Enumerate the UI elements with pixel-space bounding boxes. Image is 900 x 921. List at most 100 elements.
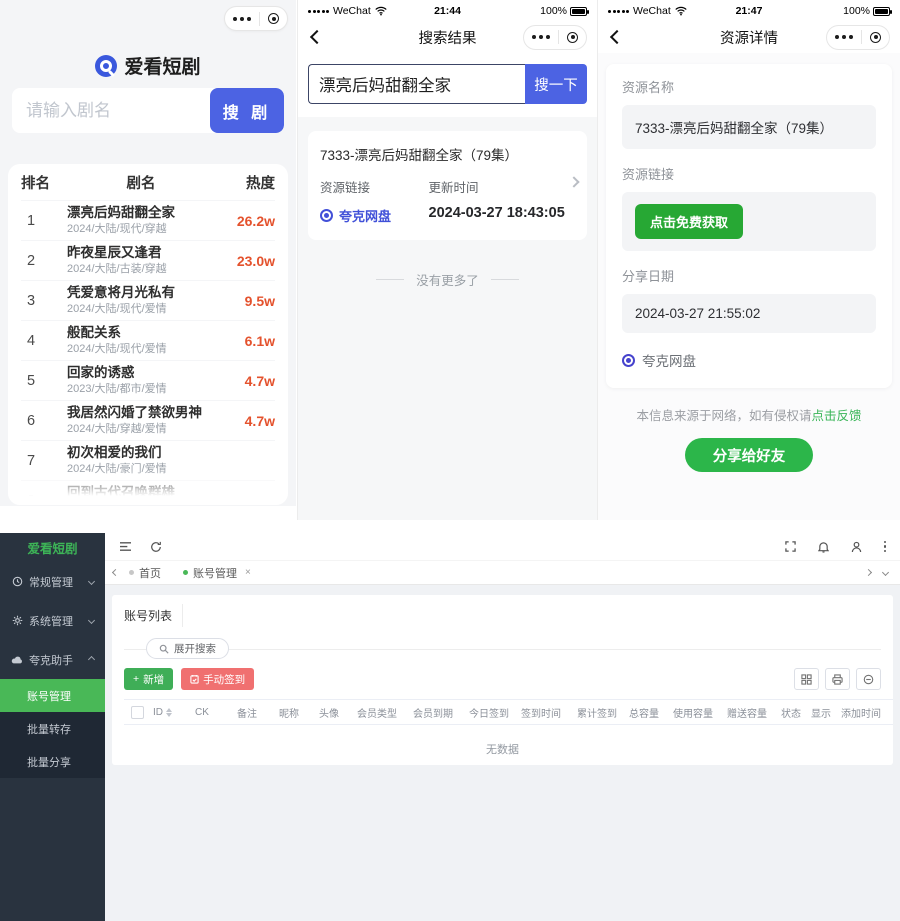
table-column-header[interactable]: 添加时间 bbox=[838, 705, 893, 720]
rank-row[interactable]: 1 漂亮后妈甜翻全家 2024/大陆/现代/穿越 26.2w bbox=[21, 200, 275, 240]
rank-number: 7 bbox=[21, 453, 67, 469]
rank-rows: 1 漂亮后妈甜翻全家 2024/大陆/现代/穿越 26.2w 2 昨夜星辰又逢君… bbox=[21, 200, 275, 505]
tabs-scroll-right-icon[interactable] bbox=[865, 569, 872, 576]
close-target-button[interactable] bbox=[260, 13, 287, 24]
select-all-checkbox[interactable] bbox=[131, 706, 144, 719]
table-column-header[interactable]: 签到时间 bbox=[518, 705, 574, 720]
table-column-header[interactable]: 昵称 bbox=[276, 705, 316, 720]
manual-checkin-button[interactable]: 手动签到 bbox=[181, 668, 254, 690]
carrier-label: WeChat bbox=[633, 5, 671, 17]
wechat-capsule[interactable] bbox=[826, 25, 890, 50]
add-account-button[interactable]: +新增 bbox=[124, 668, 173, 690]
tab-label: 首页 bbox=[139, 565, 161, 581]
admin-brand[interactable]: 爱看短剧 bbox=[0, 533, 105, 562]
rank-row[interactable]: 3 凭爱意将月光私有 2024/大陆/现代/爱情 9.5w bbox=[21, 280, 275, 320]
table-column-header[interactable]: 会员类型 bbox=[354, 705, 410, 720]
more-icon[interactable] bbox=[827, 35, 861, 39]
no-more-text: 没有更多了 bbox=[298, 270, 597, 289]
tab-close-icon[interactable]: × bbox=[245, 567, 251, 578]
result-search-input[interactable] bbox=[308, 64, 525, 104]
battery-percent: 100% bbox=[843, 5, 870, 17]
resource-link-label: 资源链接 bbox=[622, 164, 876, 183]
search-divider: 展开搜索 bbox=[124, 638, 881, 659]
battery-icon bbox=[873, 7, 890, 16]
sidebar-item-system[interactable]: 系统管理 bbox=[0, 601, 105, 640]
drama-heat: 26.2w bbox=[215, 213, 275, 229]
app-title: 爱看短剧 bbox=[124, 52, 200, 79]
more-icon[interactable] bbox=[225, 17, 259, 21]
rank-number: 5 bbox=[21, 373, 67, 389]
share-to-friend-button[interactable]: 分享给好友 bbox=[685, 438, 813, 472]
collapse-menu-icon[interactable] bbox=[119, 541, 132, 552]
table-column-header[interactable]: 总容量 bbox=[626, 705, 670, 720]
print-icon[interactable] bbox=[825, 668, 850, 690]
more-icon[interactable] bbox=[524, 35, 558, 39]
tab-label: 账号管理 bbox=[193, 565, 237, 581]
sidebar-item-account-manage[interactable]: 账号管理 bbox=[0, 679, 105, 712]
target-icon bbox=[870, 32, 881, 43]
bell-icon[interactable] bbox=[818, 541, 829, 553]
table-column-header[interactable]: 显示 bbox=[808, 705, 838, 720]
rank-row[interactable]: 5 回家的诱惑 2023/大陆/都市/爱情 4.7w bbox=[21, 360, 275, 400]
wechat-capsule[interactable] bbox=[224, 6, 288, 31]
table-column-header[interactable]: 赠送容量 bbox=[724, 705, 778, 720]
table-column-header[interactable]: CK bbox=[192, 707, 234, 718]
table-column-header[interactable]: 今日签到 bbox=[466, 705, 518, 720]
expand-search-button[interactable]: 展开搜索 bbox=[146, 638, 229, 659]
sidebar-item-quark-helper[interactable]: 夸克助手 bbox=[0, 640, 105, 679]
account-list-tab[interactable]: 账号列表 bbox=[124, 604, 183, 627]
sidebar-submenu: 账号管理 批量转存 批量分享 bbox=[0, 679, 105, 778]
sort-icon[interactable] bbox=[166, 708, 172, 717]
search-drama-button[interactable]: 搜 剧 bbox=[210, 88, 284, 133]
search-panel-header: WeChat 21:44 100% 搜索结果 bbox=[298, 0, 597, 117]
close-target-button[interactable] bbox=[862, 32, 889, 43]
feedback-link[interactable]: 点击反馈 bbox=[812, 409, 862, 423]
admin-panel: 爱看短剧 常规管理 系统管理 夸克助手 账号管理 批量转存 批量分享 bbox=[0, 533, 900, 921]
more-vertical-icon[interactable] bbox=[884, 541, 887, 553]
tab-account-manage[interactable]: 账号管理 × bbox=[172, 561, 262, 584]
search-again-button[interactable]: 搜一下 bbox=[525, 64, 587, 104]
wifi-icon bbox=[675, 6, 687, 16]
drama-meta: 2024/大陆/古装/穿越 bbox=[67, 262, 215, 277]
rank-number: 4 bbox=[21, 333, 67, 349]
carrier-label: WeChat bbox=[333, 5, 371, 17]
user-icon[interactable] bbox=[851, 541, 862, 553]
table-column-header[interactable]: 状态 bbox=[778, 705, 808, 720]
tab-dot bbox=[183, 570, 188, 575]
result-search-bar: 搜一下 bbox=[308, 64, 587, 104]
card-bottom-fade bbox=[8, 469, 288, 505]
refresh-icon[interactable] bbox=[150, 541, 162, 553]
table-column-header[interactable]: 备注 bbox=[234, 705, 276, 720]
table-column-header[interactable]: 使用容量 bbox=[670, 705, 724, 720]
status-bar: WeChat 21:44 100% bbox=[298, 0, 597, 22]
rank-row[interactable]: 4 般配关系 2024/大陆/现代/爱情 6.1w bbox=[21, 320, 275, 360]
drama-meta: 2024/大陆/现代/穿越 bbox=[67, 222, 215, 237]
tab-dot bbox=[129, 570, 134, 575]
close-target-button[interactable] bbox=[559, 32, 586, 43]
table-column-header[interactable]: 累计签到 bbox=[574, 705, 626, 720]
sidebar-item-general[interactable]: 常规管理 bbox=[0, 562, 105, 601]
sidebar-item-batch-share[interactable]: 批量分享 bbox=[0, 745, 105, 778]
table-column-header[interactable]: 头像 bbox=[316, 705, 354, 720]
result-card[interactable]: 7333-漂亮后妈甜翻全家（79集） 资源链接 夸克网盘 更新时间 2024-0… bbox=[308, 131, 587, 240]
provider-radio-row[interactable]: 夸克网盘 bbox=[622, 350, 876, 370]
search-result-panel: WeChat 21:44 100% 搜索结果 bbox=[297, 0, 597, 520]
chevron-up-icon bbox=[88, 656, 95, 663]
drama-name: 漂亮后妈甜翻全家 bbox=[67, 204, 215, 222]
rank-row[interactable]: 2 昨夜星辰又逢君 2024/大陆/古装/穿越 23.0w bbox=[21, 240, 275, 280]
minus-circle-icon[interactable] bbox=[856, 668, 881, 690]
resource-link-box: 点击免费获取 bbox=[622, 192, 876, 251]
table-column-header[interactable]: 会员到期 bbox=[410, 705, 466, 720]
drama-search-input[interactable] bbox=[12, 88, 210, 133]
tab-home[interactable]: 首页 bbox=[118, 561, 172, 584]
sidebar-item-batch-save[interactable]: 批量转存 bbox=[0, 712, 105, 745]
tabs-menu-icon[interactable] bbox=[882, 569, 889, 576]
drama-heat: 4.7w bbox=[215, 373, 275, 389]
rank-row[interactable]: 6 我居然闪婚了禁欲男神 2024/大陆/穿越/爱情 4.7w bbox=[21, 400, 275, 440]
rank-card: 排名 剧名 热度 1 漂亮后妈甜翻全家 2024/大陆/现代/穿越 26.2w bbox=[8, 164, 288, 505]
wechat-capsule[interactable] bbox=[523, 25, 587, 50]
rank-number: 2 bbox=[21, 253, 67, 269]
layout-grid-icon[interactable] bbox=[794, 668, 819, 690]
fullscreen-icon[interactable] bbox=[785, 541, 796, 552]
get-free-button[interactable]: 点击免费获取 bbox=[635, 204, 743, 239]
